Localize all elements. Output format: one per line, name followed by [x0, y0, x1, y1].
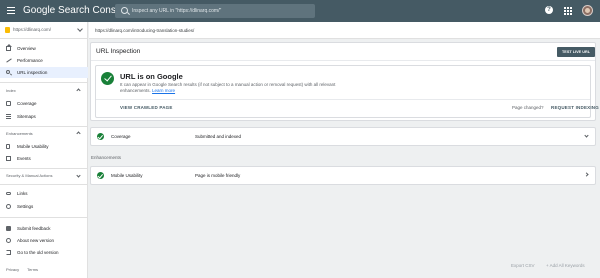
sidebar-item-label: Coverage	[17, 101, 37, 106]
view-crawled-page-button[interactable]: VIEW CRAWLED PAGE	[120, 105, 173, 110]
hamburger-menu-icon[interactable]	[7, 7, 15, 14]
status-title: URL is on Google	[120, 72, 183, 81]
links-icon	[6, 192, 11, 195]
chevron-up-icon	[76, 88, 81, 93]
terms-link[interactable]: Terms	[27, 267, 38, 272]
chevron-down-icon	[76, 173, 81, 178]
coverage-icon	[6, 101, 11, 106]
property-label: https://dlinarq.com/	[13, 27, 52, 32]
divider	[0, 126, 88, 127]
app-logo[interactable]: Google Search Console	[23, 5, 129, 16]
inspected-url-bar: https://dlinarq.com/introducing-translat…	[89, 22, 600, 39]
events-icon	[6, 156, 11, 161]
sidebar-item-label: Overview	[17, 46, 36, 51]
info-icon	[6, 238, 11, 243]
chevron-up-icon	[76, 131, 81, 136]
request-indexing-button[interactable]: REQUEST INDEXING	[551, 105, 599, 110]
section-header-index[interactable]: Index	[0, 85, 88, 96]
top-app-bar: Google Search Console ?	[0, 0, 600, 22]
chevron-right-icon[interactable]	[584, 172, 589, 177]
mobile-usability-value: Page is mobile friendly	[195, 173, 241, 178]
sidebar-footer: Privacy Terms	[6, 267, 45, 272]
sidebar-item-performance[interactable]: Performance	[0, 55, 88, 66]
divider	[0, 82, 88, 83]
sidebar-item-settings[interactable]: Settings	[0, 201, 88, 212]
sitemaps-icon	[6, 114, 11, 119]
search-icon	[6, 70, 10, 74]
card-header: URL Inspection TEST LIVE URL	[91, 43, 595, 61]
feedback-icon	[6, 226, 11, 231]
sidebar-item-label: Mobile Usability	[17, 144, 49, 149]
phone-icon	[6, 144, 10, 149]
index-status-box: URL is on Google It can appear in Google…	[95, 65, 599, 118]
trending-up-icon	[6, 58, 11, 63]
section-title: Index	[6, 88, 16, 93]
divider	[0, 184, 88, 185]
home-icon	[6, 44, 12, 51]
export-csv-button[interactable]: Export CSV	[511, 263, 535, 272]
learn-more-link[interactable]: Learn more	[152, 88, 175, 93]
sidebar-item-label: Sitemaps	[17, 114, 36, 119]
section-title: Enhancements	[6, 131, 33, 136]
chevron-down-icon	[77, 26, 83, 32]
help-icon[interactable]: ?	[545, 6, 553, 14]
exit-icon	[6, 250, 11, 255]
sidebar-item-old-version[interactable]: Go to the old version	[0, 247, 88, 258]
sidebar-item-coverage[interactable]: Coverage	[0, 98, 88, 109]
sidebar-item-label: URL inspection	[17, 70, 48, 75]
sidebar-item-label: Settings	[17, 204, 34, 209]
sidebar-item-label: Performance	[17, 58, 43, 63]
divider	[0, 168, 88, 169]
apps-grid-icon[interactable]	[564, 7, 572, 15]
user-avatar[interactable]	[582, 5, 593, 16]
enhancements-section-label: Enhancements	[91, 155, 122, 160]
inspect-url-input[interactable]	[132, 6, 312, 16]
sidebar-item-events[interactable]: Events	[0, 153, 88, 164]
sidebar-item-label: Submit feedback	[17, 226, 51, 231]
sidebar-item-url-inspection[interactable]: URL inspection	[0, 67, 88, 78]
property-selector[interactable]: https://dlinarq.com/	[0, 22, 88, 39]
divider	[0, 217, 88, 218]
page-title: URL Inspection	[96, 48, 141, 55]
inspected-url[interactable]: https://dlinarq.com/introducing-translat…	[95, 28, 194, 33]
sidebar-item-overview[interactable]: Overview	[0, 43, 88, 54]
status-description: It can appear in Google Search results (…	[120, 82, 340, 94]
privacy-link[interactable]: Privacy	[6, 267, 19, 272]
sidebar-item-label: Links	[17, 191, 28, 196]
sidebar-item-sitemaps[interactable]: Sitemaps	[0, 111, 88, 122]
search-icon	[121, 7, 128, 14]
section-title: Security & Manual Actions	[6, 173, 53, 178]
sidebar: https://dlinarq.com/ Overview Performanc…	[0, 22, 88, 278]
url-inspect-search-box[interactable]	[115, 4, 315, 18]
sidebar-item-label: About new version	[17, 238, 55, 243]
page-changed-label: Page changed?	[512, 105, 544, 110]
section-header-security[interactable]: Security & Manual Actions	[0, 170, 88, 181]
divider	[96, 99, 590, 100]
section-header-enhancements[interactable]: Enhancements	[0, 128, 88, 139]
add-all-keywords-label: Add All Keywords	[549, 263, 585, 268]
sidebar-item-submit-feedback[interactable]: Submit feedback	[0, 223, 88, 234]
test-live-url-button[interactable]: TEST LIVE URL	[557, 47, 595, 57]
sidebar-item-about[interactable]: About new version	[0, 235, 88, 246]
coverage-value: Submitted and indexed	[195, 134, 242, 139]
sidebar-item-label: Events	[17, 156, 31, 161]
add-all-keywords-button[interactable]: + Add All Keywords	[546, 263, 585, 272]
check-circle-icon	[97, 172, 104, 179]
coverage-row[interactable]: Coverage Submitted and indexed	[90, 127, 596, 146]
sidebar-item-mobile-usability[interactable]: Mobile Usability	[0, 141, 88, 152]
mobile-usability-row[interactable]: Mobile Usability Page is mobile friendly	[90, 166, 596, 185]
sidebar-item-links[interactable]: Links	[0, 188, 88, 199]
gear-icon	[6, 204, 11, 209]
sidebar-item-label: Go to the old version	[17, 250, 59, 255]
url-inspection-card: URL Inspection TEST LIVE URL URL is on G…	[90, 42, 599, 121]
mobile-usability-label: Mobile Usability	[111, 173, 143, 178]
check-circle-icon	[101, 72, 114, 85]
check-circle-icon	[97, 133, 104, 140]
chevron-down-icon[interactable]	[584, 133, 589, 138]
property-icon	[5, 27, 10, 33]
coverage-label: Coverage	[111, 134, 131, 139]
